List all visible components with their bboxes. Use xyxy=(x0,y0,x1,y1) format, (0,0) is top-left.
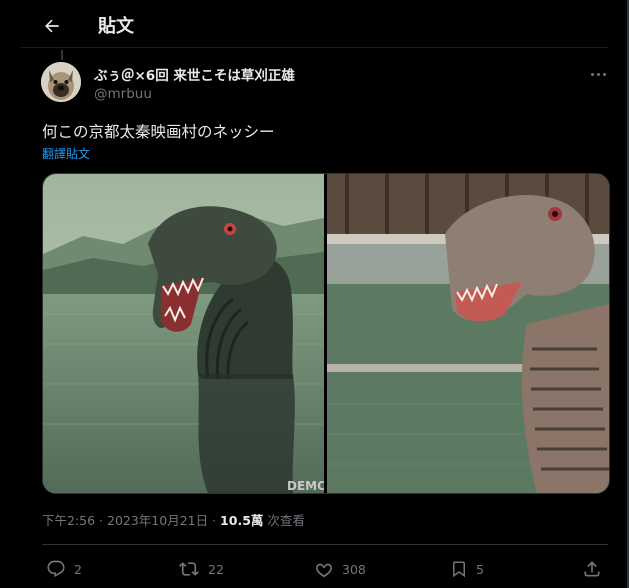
author-name-row: ぶぅ＠×6回 来世こそは草刈正雄 xyxy=(94,64,295,84)
tweet-date[interactable]: 2023年10月21日 xyxy=(107,513,208,528)
back-button[interactable] xyxy=(36,10,68,42)
bookmark-button[interactable]: 5 xyxy=(450,552,484,586)
avatar[interactable] xyxy=(41,62,81,102)
page-title: 貼文 xyxy=(98,16,134,37)
media-watermark: DEMO xyxy=(287,479,324,493)
views-count: 10.5萬 xyxy=(220,513,264,528)
arrow-left-icon xyxy=(45,19,59,33)
avatar-image xyxy=(41,62,81,102)
tweet-text: 何この京都太秦映画村のネッシー xyxy=(42,123,275,141)
retweet-icon xyxy=(179,562,199,576)
more-dot-icon xyxy=(590,72,594,76)
meta-separator: · xyxy=(208,513,221,528)
more-options-button[interactable] xyxy=(584,64,612,84)
action-bar: 2 22 308 5 xyxy=(0,552,627,586)
author-display-name[interactable]: ぶぅ＠×6回 来世こそは草刈正雄 xyxy=(94,64,295,84)
bookmark-count: 5 xyxy=(476,561,484,577)
share-icon xyxy=(584,561,600,577)
reply-button[interactable]: 2 xyxy=(46,552,82,586)
retweet-button[interactable]: 22 xyxy=(178,552,224,586)
retweet-count: 22 xyxy=(208,561,224,577)
tweet-meta: 下午2:56 · 2023年10月21日 · 10.5萬 次查看 xyxy=(42,510,305,529)
views-label: 次查看 xyxy=(263,513,305,528)
header-divider xyxy=(21,47,608,48)
like-count: 308 xyxy=(342,561,366,577)
meta-divider xyxy=(42,544,608,545)
share-button[interactable] xyxy=(582,552,602,586)
more-dot-icon xyxy=(596,72,600,76)
author-handle[interactable]: @mrbuu xyxy=(94,86,152,102)
media-grid[interactable]: DEMO xyxy=(42,173,610,494)
tweet-time[interactable]: 下午2:56 xyxy=(42,513,95,528)
translate-link[interactable]: 翻譯貼文 xyxy=(42,145,90,162)
heart-icon xyxy=(316,563,332,578)
lake-monster-photo xyxy=(327,174,609,493)
media-image-right[interactable] xyxy=(327,174,609,493)
meta-separator: · xyxy=(95,513,107,528)
reply-count: 2 xyxy=(74,561,82,577)
bookmark-icon xyxy=(453,561,465,578)
media-image-left[interactable]: DEMO xyxy=(43,174,327,493)
thread-connector xyxy=(61,50,63,60)
tweet-detail-page: 貼文 ぶぅ＠×6回 来世こそは草刈正雄 @mrbuu 何この京都太秦映画村のネッ… xyxy=(0,0,629,588)
page-header: 貼文 xyxy=(0,0,627,50)
more-dot-icon xyxy=(602,72,606,76)
like-button[interactable]: 308 xyxy=(314,552,366,586)
lake-monster-photo: DEMO xyxy=(43,174,327,493)
reply-icon xyxy=(47,560,65,578)
